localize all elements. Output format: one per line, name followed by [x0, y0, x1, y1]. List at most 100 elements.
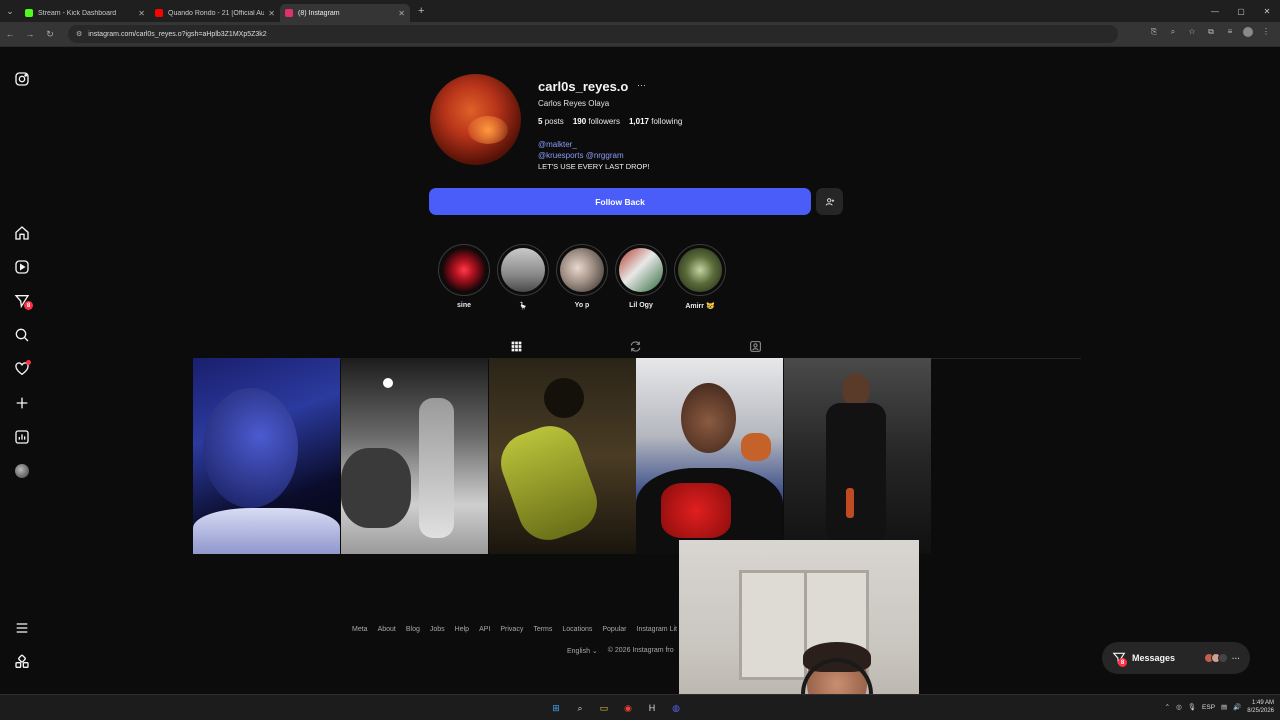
chrome-icon[interactable]: ◉ [620, 700, 636, 716]
posts-stat: 5 posts [538, 117, 564, 126]
story-highlight[interactable]: Amirr 😿 [674, 244, 726, 310]
footer-link[interactable]: Terms [533, 626, 552, 633]
reload-icon[interactable]: ↻ [40, 29, 60, 40]
footer-link[interactable]: Popular [602, 626, 626, 633]
post-subject [826, 403, 886, 543]
footer-link[interactable]: Privacy [500, 626, 523, 633]
close-tab-icon[interactable]: ✕ [138, 9, 145, 18]
tab-groups-icon[interactable]: ≡ [1224, 27, 1236, 37]
create-plus-icon[interactable] [12, 393, 32, 413]
footer-link[interactable]: API [479, 626, 490, 633]
system-tray: ⌃ ◎ 🎙 ESP ▤ 🔊 1:49 AM 8/25/2026 [1165, 699, 1274, 715]
messages-button[interactable]: 8 Messages ··· [1102, 642, 1250, 674]
avatar [1218, 653, 1228, 663]
browser-menu-icon[interactable]: ⋮ [1260, 27, 1272, 37]
footer-link[interactable]: Jobs [430, 626, 445, 633]
messages-icon[interactable]: 8 [12, 291, 33, 311]
site-settings-icon[interactable]: ⚙ [76, 30, 82, 38]
language-select[interactable]: English ⌄ [567, 647, 598, 655]
profile-full-name: Carlos Reyes Olaya [538, 99, 610, 108]
story-highlight[interactable]: Yo p [556, 244, 608, 309]
microphone-icon[interactable]: 🎙 [1188, 703, 1196, 711]
close-tab-icon[interactable]: ✕ [268, 9, 275, 18]
screen: ⌄ Stream - Kick Dashboard ✕ Quando Rondo… [0, 0, 1280, 720]
highlight-ring [615, 244, 667, 296]
story-highlight[interactable]: Lil Ogy [615, 244, 667, 309]
windows-start-icon[interactable]: ⊞ [548, 700, 564, 716]
forward-icon[interactable]: → [20, 29, 40, 39]
posts-label: posts [544, 117, 564, 126]
footer-link[interactable]: Meta [352, 626, 368, 633]
input-language[interactable]: ESP [1202, 704, 1215, 711]
browser-tab-strip: ⌄ Stream - Kick Dashboard ✕ Quando Rondo… [0, 0, 1280, 22]
footer-link[interactable]: Instagram Lit [637, 626, 677, 633]
tab-tagged[interactable] [745, 336, 765, 356]
browser-tab[interactable]: Stream - Kick Dashboard ✕ [20, 4, 150, 22]
home-icon[interactable] [12, 223, 32, 243]
bio-mention[interactable]: @kruesports @nrggram [538, 151, 624, 160]
taskbar-apps: ⊞ ⌕ ▭ ◉ H ◍ [548, 700, 684, 716]
tray-app-icon[interactable]: ◎ [1176, 703, 1182, 711]
browser-tab[interactable]: Quando Rondo - 21 [Official Au ✕ [150, 4, 280, 22]
notifications-heart-icon[interactable] [12, 359, 32, 379]
profile-nav[interactable] [12, 461, 32, 481]
more-menu-icon[interactable] [12, 618, 32, 638]
volume-icon[interactable]: 🔊 [1233, 703, 1241, 711]
post-subject [492, 417, 606, 549]
taskbar-search-icon[interactable]: ⌕ [572, 700, 588, 716]
footer-link[interactable]: About [378, 626, 396, 633]
story-highlight[interactable]: sine [438, 244, 490, 309]
app-h-icon[interactable]: H [644, 700, 660, 716]
tab-reposts[interactable] [625, 336, 645, 356]
close-window-icon[interactable]: ✕ [1254, 0, 1280, 22]
file-explorer-icon[interactable]: ▭ [596, 700, 612, 716]
post-thumbnail[interactable] [636, 358, 783, 554]
close-tab-icon[interactable]: ✕ [398, 9, 405, 18]
profile-picture[interactable] [430, 74, 521, 165]
post-thumbnail[interactable] [784, 358, 931, 554]
footer-link[interactable]: Locations [562, 626, 592, 633]
extensions-icon[interactable]: ⧉ [1205, 27, 1217, 37]
back-icon[interactable]: ← [0, 29, 20, 39]
instagram-favicon-icon [285, 9, 293, 17]
new-tab-icon[interactable]: + [418, 5, 424, 17]
profile-avatar-icon[interactable] [1243, 27, 1253, 37]
discord-icon[interactable]: ◍ [668, 700, 684, 716]
follow-back-button[interactable]: Follow Back [429, 188, 811, 215]
post-thumbnail[interactable] [341, 358, 488, 554]
cast-icon[interactable]: ⎘ [1148, 27, 1160, 37]
post-thumbnail[interactable] [489, 358, 636, 554]
zoom-icon[interactable]: ⌕ [1167, 27, 1179, 37]
options-ellipsis-icon[interactable]: ··· [637, 80, 646, 90]
instagram-logo-icon[interactable] [12, 69, 32, 89]
recent-chat-avatars: ··· [1204, 653, 1240, 663]
followers-stat[interactable]: 190 followers [573, 117, 620, 126]
minimize-icon[interactable]: — [1202, 0, 1228, 22]
instagram-sidebar: 8 [0, 48, 44, 693]
url-input[interactable]: ⚙ instagram.com/carl0s_reyes.o?igsh=aHpl… [68, 25, 1118, 43]
maximize-icon[interactable]: ▢ [1228, 0, 1254, 22]
clock-time: 1:49 AM [1251, 700, 1274, 706]
tray-chevron-up-icon[interactable]: ⌃ [1165, 703, 1170, 711]
footer-link[interactable]: Help [455, 626, 469, 633]
tab-search-icon[interactable]: ⌄ [0, 0, 20, 22]
reels-icon[interactable] [12, 257, 32, 277]
story-highlight[interactable]: 🪿 [497, 244, 549, 310]
dashboard-icon[interactable] [12, 427, 32, 447]
footer-link[interactable]: Blog [406, 626, 420, 633]
also-from-meta-icon[interactable] [12, 652, 32, 672]
tab-title: Stream - Kick Dashboard [38, 9, 117, 17]
bio-mention[interactable]: @malkter_ [538, 140, 577, 149]
browser-tab-active[interactable]: (8) Instagram ✕ [280, 4, 410, 22]
suggested-accounts-button[interactable] [816, 188, 843, 215]
followers-label: followers [588, 117, 620, 126]
clock[interactable]: 1:49 AM 8/25/2026 [1247, 699, 1274, 715]
tab-posts[interactable] [500, 336, 532, 359]
network-icon[interactable]: ▤ [1221, 703, 1227, 711]
profile-avatar-icon [15, 464, 29, 478]
search-icon[interactable] [12, 325, 32, 345]
bookmark-star-icon[interactable]: ☆ [1186, 27, 1198, 37]
post-thumbnail[interactable] [193, 358, 340, 554]
post-head [842, 373, 870, 407]
following-stat[interactable]: 1,017 following [629, 117, 682, 126]
